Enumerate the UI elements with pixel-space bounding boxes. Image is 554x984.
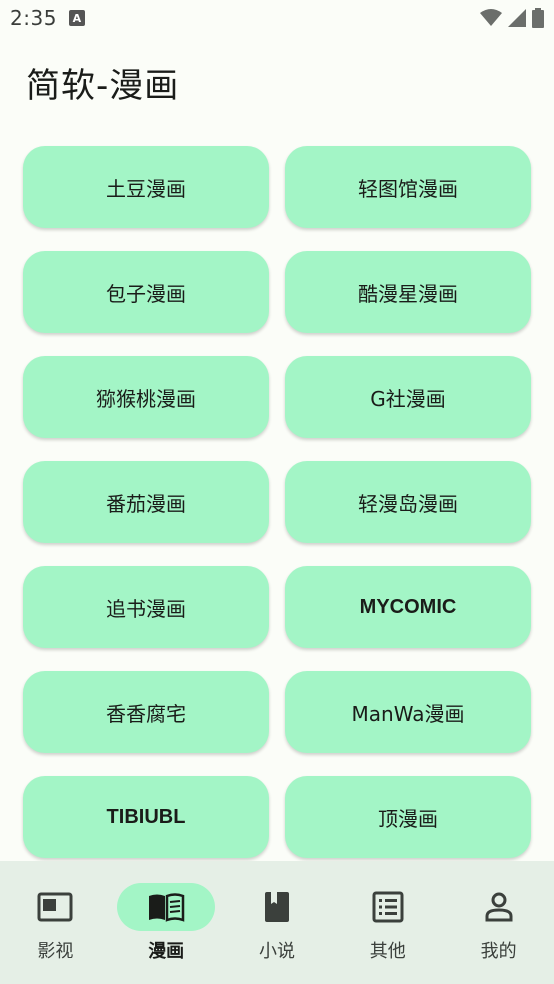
nav-pill — [339, 883, 437, 931]
tile-ding-manhua[interactable]: 顶漫画 — [285, 776, 531, 858]
nav-label: 小说 — [258, 941, 295, 962]
tile-mycomic[interactable]: MYCOMIC — [285, 566, 531, 648]
nav-label: 我的 — [480, 941, 517, 962]
bottom-nav: 影视 漫画 小说 其他 我的 — [0, 861, 554, 984]
tile-manwa-manhua[interactable]: ManWa漫画 — [285, 671, 531, 753]
tile-xiangxiang-fuzhai[interactable]: 香香腐宅 — [23, 671, 269, 753]
nav-label: 漫画 — [148, 941, 185, 962]
video-icon — [37, 892, 73, 922]
nav-label: 影视 — [37, 941, 74, 962]
tile-tibiubl[interactable]: TIBIUBL — [23, 776, 269, 858]
comic-source-grid: 土豆漫画 轻图馆漫画 包子漫画 酷漫星漫画 猕猴桃漫画 G社漫画 番茄漫画 轻漫… — [23, 146, 531, 858]
comic-book-icon — [149, 893, 185, 922]
book-icon — [264, 892, 289, 922]
person-icon — [485, 892, 513, 922]
status-time: 2:35 — [10, 6, 57, 30]
status-bar: 2:35 A — [0, 0, 554, 36]
list-icon — [372, 891, 404, 923]
nav-item-comic[interactable]: 漫画 — [111, 861, 222, 984]
wifi-icon — [480, 9, 502, 26]
tile-fanqie-manhua[interactable]: 番茄漫画 — [23, 461, 269, 543]
page-title: 简软-漫画 — [26, 66, 180, 106]
nav-label: 其他 — [369, 941, 406, 962]
nav-item-novel[interactable]: 小说 — [222, 861, 333, 984]
a-icon: A — [68, 10, 85, 26]
tile-qingtuguan-manhua[interactable]: 轻图馆漫画 — [285, 146, 531, 228]
nav-pill — [6, 883, 104, 931]
screen: 2:35 A 简软-漫画 土豆漫画 轻图馆漫画 包子漫画 酷漫星漫画 猕猴桃漫画… — [0, 0, 554, 984]
signal-icon — [508, 9, 526, 27]
status-icons — [480, 8, 544, 28]
tile-mihoutao-manhua[interactable]: 猕猴桃漫画 — [23, 356, 269, 438]
nav-pill — [450, 883, 548, 931]
nav-item-video[interactable]: 影视 — [0, 861, 111, 984]
nav-item-mine[interactable]: 我的 — [443, 861, 554, 984]
tile-kumanxing-manhua[interactable]: 酷漫星漫画 — [285, 251, 531, 333]
nav-item-other[interactable]: 其他 — [332, 861, 443, 984]
nav-pill — [228, 883, 326, 931]
tile-tudou-manhua[interactable]: 土豆漫画 — [23, 146, 269, 228]
battery-icon — [532, 8, 544, 28]
nav-pill-active — [117, 883, 216, 931]
tile-gshe-manhua[interactable]: G社漫画 — [285, 356, 531, 438]
tile-baozi-manhua[interactable]: 包子漫画 — [23, 251, 269, 333]
tile-qingmandao-manhua[interactable]: 轻漫岛漫画 — [285, 461, 531, 543]
tile-zhuishu-manhua[interactable]: 追书漫画 — [23, 566, 269, 648]
